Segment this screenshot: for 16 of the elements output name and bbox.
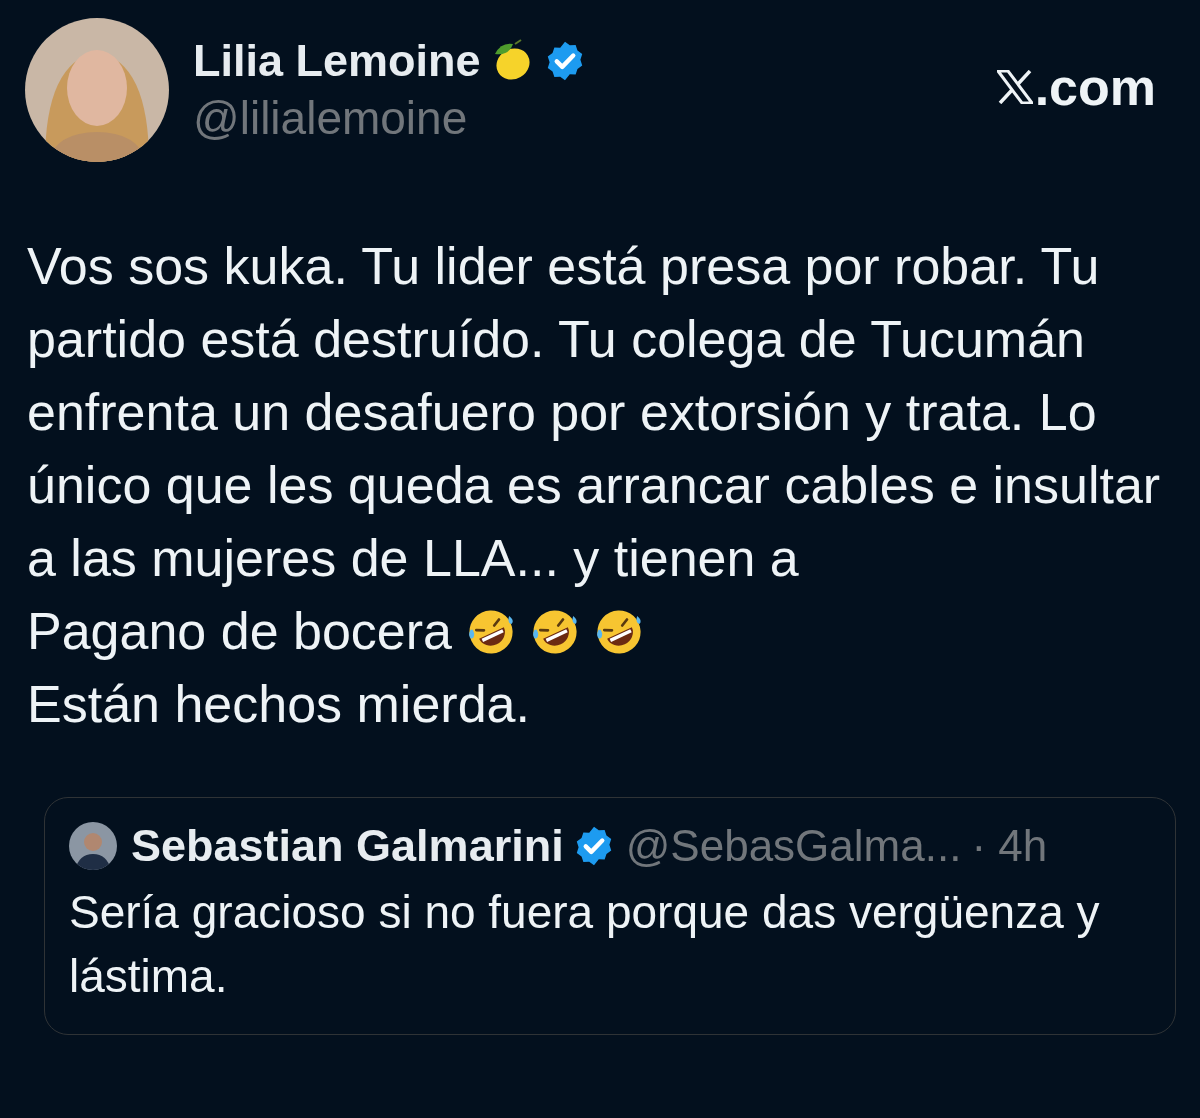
avatar[interactable] [69,822,117,870]
laughing-face-icon [466,607,516,657]
tweet-text: Vos sos kuka. Tu lider está presa por robar. Tu partido está destruído. Tu colega de Tucumán enfrenta un desafuero por extorsión y trata. Lo único que les queda es arrancar cables e insultar a las mujeres de LLA... y tienen a [27,237,1161,587]
laughing-face-icon [594,607,644,657]
author-name[interactable]: Lilia Lemoine [193,34,481,87]
quoted-author-name[interactable]: Sebastian Galmarini [131,820,564,872]
laughing-face-icon [530,607,580,657]
author-handle[interactable]: @lilialemoine [193,90,997,145]
tweet-text: Están hechos mierda. [27,675,530,733]
brand-domain: .com [1034,57,1156,117]
x-logo-icon [996,70,1033,104]
quoted-author-handle[interactable]: @SebasGalma... [625,821,962,871]
quoted-tweet-text: Sería gracioso si no fuera porque das vergüenza y lástima. [69,885,1101,1004]
quoted-timestamp: · 4h [971,821,1048,871]
tweet-text: Pagano de bocera [27,602,452,660]
quoted-tweet-card[interactable]: Sebastian Galmarini @SebasGalma... · 4h Sería gracioso si no fuera porque das vergüenza y lástima. [44,797,1176,1035]
